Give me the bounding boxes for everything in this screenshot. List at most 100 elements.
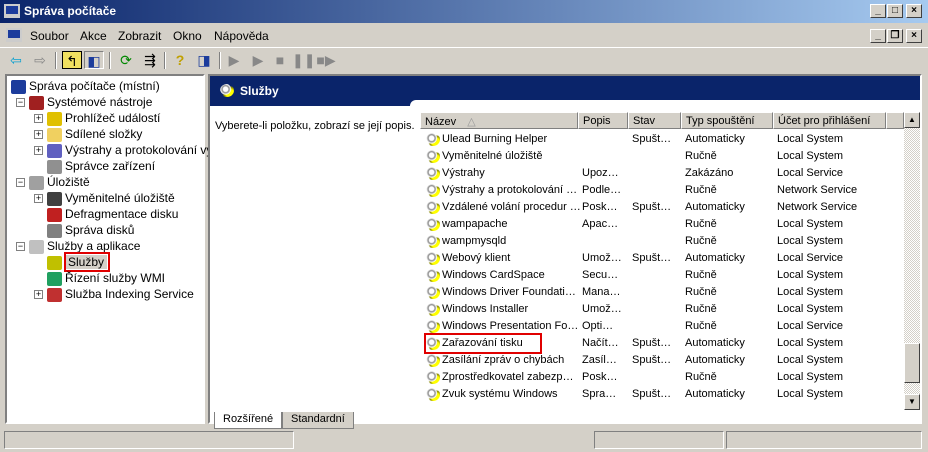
restart-service-icon[interactable]: ■▶: [316, 51, 336, 69]
service-row[interactable]: Windows CardSpace Secu… Ručně Local System: [420, 267, 900, 284]
show-hide-tree-icon[interactable]: ◧: [84, 51, 104, 69]
menu-zobrazit[interactable]: Zobrazit: [118, 29, 161, 43]
tree-item-label: Defragmentace disku: [65, 207, 179, 221]
collapse-icon[interactable]: −: [16, 98, 25, 107]
window-title: Správa počítače: [24, 4, 117, 18]
column-header-name[interactable]: Název △: [420, 112, 578, 129]
tree-item-label: Řízení služby WMI: [65, 271, 166, 285]
stop-service-icon[interactable]: ■: [270, 51, 290, 69]
highlight-box: [424, 333, 542, 354]
scroll-thumb[interactable]: [904, 342, 920, 383]
tree-item[interactable]: Úložiště: [29, 174, 90, 190]
column-header-logon-as[interactable]: Účet pro přihlášení: [773, 112, 886, 129]
scroll-down-button[interactable]: ▼: [904, 394, 920, 410]
scroll-up-button[interactable]: ▲: [904, 112, 920, 128]
cell: Automaticky: [685, 337, 745, 349]
start-service-icon[interactable]: ▶: [224, 51, 244, 69]
cell: Automaticky: [685, 201, 745, 213]
service-row[interactable]: wampmysqld Ručně Local System: [420, 233, 900, 250]
menu-akce[interactable]: Akce: [80, 29, 107, 43]
cell: Upoz…: [582, 167, 619, 179]
cell: Local Service: [777, 320, 844, 332]
cell: Local System: [777, 235, 844, 247]
tree-item[interactable]: Správa počítače (místní): [11, 78, 160, 94]
action-pane-icon[interactable]: ◨: [194, 51, 214, 69]
cell: Podle…: [582, 184, 622, 196]
sort-ascending-icon: △: [467, 116, 476, 128]
expand-icon[interactable]: +: [34, 130, 43, 139]
column-header-description[interactable]: Popis: [578, 112, 628, 129]
collapse-icon[interactable]: −: [16, 242, 25, 251]
tree-item[interactable]: Výstrahy a protokolování vý: [47, 142, 212, 158]
column-header-startup-type[interactable]: Typ spouštění: [681, 112, 773, 129]
cell: Local System: [777, 150, 844, 162]
title-bar: Správa počítače _ □ ×: [0, 0, 928, 23]
tree-item[interactable]: Defragmentace disku: [47, 206, 178, 222]
help-icon[interactable]: ?: [170, 51, 190, 69]
service-row[interactable]: Webový klient Umož… Spušt… Automaticky Local…: [420, 250, 900, 267]
vertical-scrollbar[interactable]: ▲ ▼: [904, 112, 920, 410]
service-gear-icon: [426, 303, 440, 316]
tree-item[interactable]: Sdílené složky: [47, 126, 142, 142]
expand-icon[interactable]: +: [34, 194, 43, 203]
menu-soubor[interactable]: Soubor: [30, 29, 69, 43]
cell: Ručně: [685, 218, 717, 230]
tree-node-icon: [11, 79, 26, 94]
mmc-doc-icon: [6, 28, 22, 42]
cell: Webový klient: [442, 252, 511, 264]
service-gear-icon: [426, 218, 440, 231]
cell: Ručně: [685, 269, 717, 281]
maximize-button[interactable]: □: [887, 4, 903, 18]
menu-napoveda[interactable]: Nápověda: [214, 29, 269, 43]
cell: Zprostředkovatel zabezp…: [442, 371, 574, 383]
cell: Spušt…: [632, 354, 672, 366]
service-gear-icon: [426, 388, 440, 401]
tree-item[interactable]: Vyměnitelné úložiště: [47, 190, 175, 206]
service-row[interactable]: Výstrahy Upoz… Zakázáno Local Service: [420, 165, 900, 182]
cell: Network Service: [777, 184, 858, 196]
tree-item[interactable]: Služba Indexing Service: [47, 286, 194, 302]
child-restore-button[interactable]: ❐: [887, 29, 903, 43]
expand-icon[interactable]: +: [34, 114, 43, 123]
service-gear-icon: [426, 354, 440, 367]
minimize-button[interactable]: _: [870, 4, 886, 18]
service-gear-icon: [426, 201, 440, 214]
export-list-icon[interactable]: ⇶: [140, 51, 160, 69]
column-header-status[interactable]: Stav: [628, 112, 681, 129]
service-row[interactable]: Vzdálené volání procedur … Posk… Spušt… Aut…: [420, 199, 900, 216]
pause-service-icon[interactable]: ❚❚: [292, 51, 315, 69]
tree-item[interactable]: Správa disků: [47, 222, 134, 238]
tab-extended[interactable]: Rozšířené: [214, 412, 283, 429]
service-row[interactable]: Windows Driver Foundati… Mana… Ručně Local …: [420, 284, 900, 301]
tree-item[interactable]: Správce zařízení: [47, 158, 155, 174]
service-row[interactable]: Zprostředkovatel zabezp… Posk… Ručně Local …: [420, 369, 900, 386]
close-button[interactable]: ×: [906, 4, 922, 18]
service-row[interactable]: Výstrahy a protokolování … Podle… Ručně Net…: [420, 182, 900, 199]
child-minimize-button[interactable]: _: [870, 29, 886, 43]
tree-item[interactable]: Prohlížeč událostí: [47, 110, 160, 126]
refresh-icon[interactable]: ⟳: [116, 51, 136, 69]
cell: Spušt…: [632, 388, 672, 400]
up-folder-icon[interactable]: ↰: [62, 51, 82, 69]
child-close-button[interactable]: ×: [906, 29, 922, 43]
service-row[interactable]: Windows Installer Umož… Ručně Local System: [420, 301, 900, 318]
service-row[interactable]: Vyměnitelné úložiště Ručně Local System: [420, 148, 900, 165]
expand-icon[interactable]: +: [34, 146, 43, 155]
service-row[interactable]: Zasílání zpráv o chybách Zasíl… Spušt… Auto…: [420, 352, 900, 369]
service-row[interactable]: wampapache Apac… Ručně Local System: [420, 216, 900, 233]
cell: Ručně: [685, 286, 717, 298]
service-gear-icon: [426, 269, 440, 282]
description-text: Vyberete-li položku, zobrazí se její pop…: [215, 120, 415, 132]
tree-item[interactable]: Řízení služby WMI: [47, 270, 165, 286]
service-row[interactable]: Zvuk systému Windows Spra… Spušt… Automatic…: [420, 386, 900, 403]
back-arrow-icon[interactable]: ⇦: [6, 51, 26, 69]
tab-standard[interactable]: Standardní: [282, 412, 354, 429]
menu-okno[interactable]: Okno: [173, 29, 202, 43]
service-row[interactable]: Ulead Burning Helper Spušt… Automaticky Loc…: [420, 131, 900, 148]
expand-icon[interactable]: +: [34, 290, 43, 299]
start-service-alt-icon[interactable]: ▶: [248, 51, 268, 69]
collapse-icon[interactable]: −: [16, 178, 25, 187]
forward-arrow-icon[interactable]: ⇨: [30, 51, 50, 69]
tree-item-label: Úložiště: [47, 175, 90, 189]
tree-item[interactable]: Systémové nástroje: [29, 94, 152, 110]
